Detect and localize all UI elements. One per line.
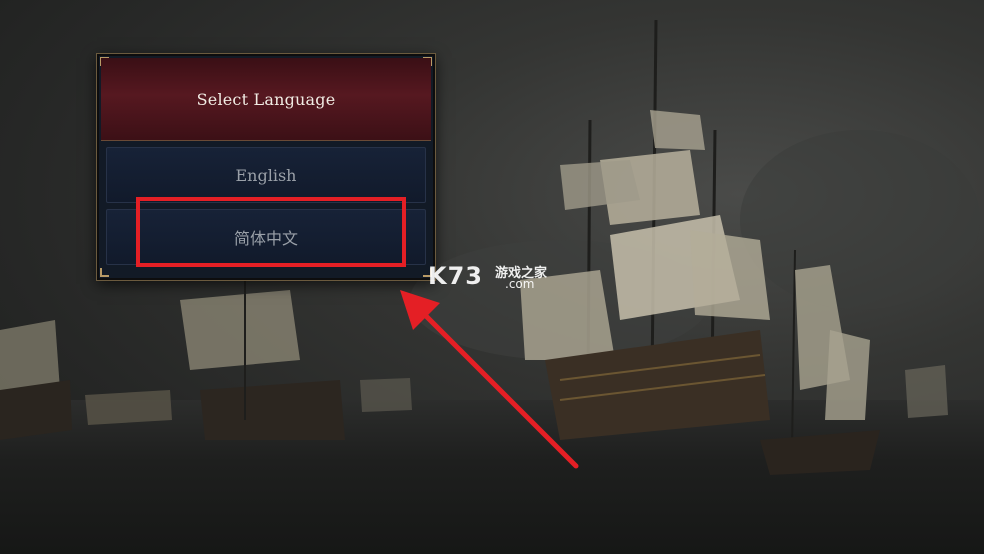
watermark-logo: K73 xyxy=(428,262,483,290)
watermark: K73 游戏之家 .com xyxy=(428,262,558,292)
watermark-domain: .com xyxy=(505,277,535,291)
